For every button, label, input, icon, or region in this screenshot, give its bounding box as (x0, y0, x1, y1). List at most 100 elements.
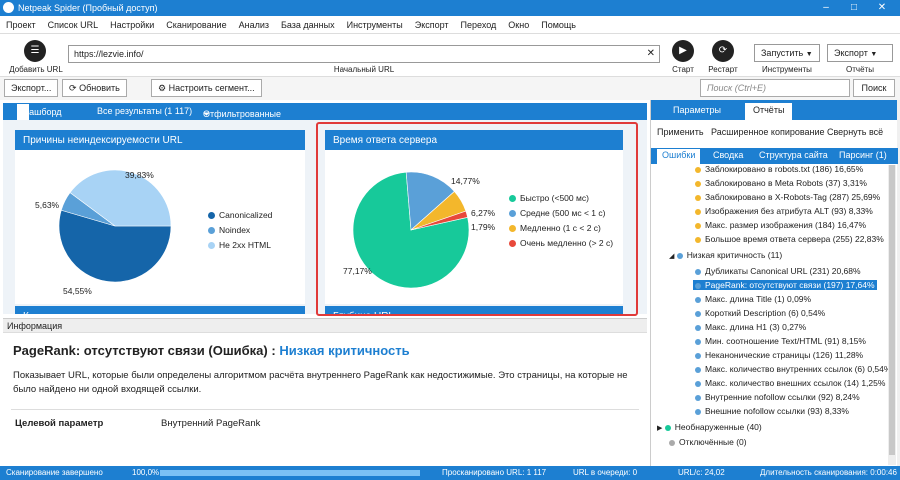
tree-item[interactable]: Заблокировано в X-Robots-Tag (287) 25,69… (695, 192, 880, 202)
status-progress: 100,0% (132, 468, 160, 477)
tab-site-structure[interactable]: Структура сайта (759, 150, 828, 160)
menu-project[interactable]: Проект (0, 16, 42, 30)
start-button[interactable]: ▶ (672, 40, 694, 62)
severity-dot-icon (695, 223, 701, 229)
report-subtabs: Ошибки Сводка Структура сайта Парсинг (1… (651, 148, 898, 164)
tree-item[interactable]: Макс. количество внутренних ссылок (6) 0… (695, 364, 889, 374)
tab-dashboard-label: Дашборд (23, 107, 62, 117)
tree-item[interactable]: Макс. длина H1 (3) 0,27% (695, 322, 806, 332)
tree-group-notfound[interactable]: ▶ Необнаруженные (40) (657, 422, 762, 432)
pie1-label-not2xx: 39,83% (125, 170, 154, 180)
severity-dot-icon (695, 367, 701, 373)
tree-item[interactable]: Макс. размер изображения (184) 16,47% (695, 220, 866, 230)
tree-item[interactable]: Макс. длина Title (1) 0,09% (695, 294, 811, 304)
start-url-input[interactable]: https://lezvie.info/ ✕ (68, 45, 660, 63)
legend-swatch (208, 242, 215, 249)
status-bar: Сканирование завершено 100,0% Просканиро… (0, 466, 900, 480)
tree-item-label: Заблокировано в robots.txt (186) 16,65% (705, 164, 864, 174)
status-scanned: Просканировано URL: 1 117 (442, 468, 547, 477)
start-url-value: https://lezvie.info/ (74, 49, 144, 59)
tree-group-low[interactable]: ◢ Низкая критичность (11) (669, 250, 782, 260)
tree-group-disabled[interactable]: Отключённые (0) (669, 437, 747, 447)
search-input[interactable]: Поиск (Ctrl+E) (700, 79, 850, 97)
search-button[interactable]: Поиск (853, 79, 895, 97)
info-severity: Низкая критичность (279, 343, 410, 358)
severity-dot-icon (695, 209, 701, 215)
tree-item[interactable]: Заблокировано в robots.txt (186) 16,65% (695, 164, 863, 174)
results-tabs: ⌂ Дашборд Все результаты (1 117) ⏷ Отфил… (3, 103, 647, 129)
minimize-button[interactable]: – (812, 1, 840, 15)
add-url-label: Добавить URL (9, 65, 63, 74)
segment-button[interactable]: ⚙ Настроить сегмент... (151, 79, 262, 97)
maximize-button[interactable]: □ (840, 1, 868, 15)
tab-reports[interactable]: Отчёты (745, 103, 793, 120)
progress-fill (160, 470, 420, 476)
apply-button[interactable]: Применить (657, 127, 704, 137)
pie-chart-nonindexable: 39,83% 5,63% 54,55% (35, 169, 172, 296)
tab-dashboard[interactable]: ⌂ Дашборд (17, 104, 62, 120)
menu-url-list[interactable]: Список URL (42, 16, 104, 30)
tree-item-label: Макс. количество внешних ссылок (14) 1,2… (705, 378, 886, 388)
tree-item[interactable]: Внешние nofollow ссылки (93) 8,33% (695, 406, 849, 416)
tree-item-selected[interactable]: PageRank: отсутствуют связи (197) 17,64% (693, 280, 877, 290)
tab-summary[interactable]: Сводка (713, 150, 743, 160)
export-dropdown[interactable]: Экспорт ▼ (827, 44, 893, 62)
tree-item[interactable]: Изображения без атрибута ALT (93) 8,33% (695, 206, 873, 216)
severity-dot-icon (695, 195, 701, 201)
tab-errors[interactable]: Ошибки (657, 149, 701, 164)
start-label: Старт (672, 65, 694, 74)
menu-navigate[interactable]: Переход (455, 16, 503, 30)
menu-database[interactable]: База данных (275, 16, 341, 30)
severity-dot-icon (695, 339, 701, 345)
divider (11, 409, 639, 410)
menu-export[interactable]: Экспорт (409, 16, 455, 30)
reports-label: Отчёты (846, 65, 874, 74)
run-dropdown[interactable]: Запустить ▼ (754, 44, 820, 62)
menu-analysis[interactable]: Анализ (233, 16, 275, 30)
menu-tools[interactable]: Инструменты (341, 16, 409, 30)
tree-item-label: PageRank: отсутствуют связи (197) 17,64% (705, 280, 875, 290)
menu-crawling[interactable]: Сканирование (160, 16, 232, 30)
clear-url-icon[interactable]: ✕ (647, 48, 655, 59)
tools-label: Инструменты (762, 65, 812, 74)
tab-parameters[interactable]: Параметры (673, 105, 721, 115)
advanced-copy-button[interactable]: Расширенное копирование (711, 127, 825, 137)
collapse-all-button[interactable]: Свернуть всё (827, 127, 883, 137)
refresh-button[interactable]: ⟳ Обновить (62, 79, 127, 97)
start-url-label: Начальный URL (333, 65, 395, 74)
expand-arrow-icon: ◢ (669, 253, 675, 260)
tree-scrollbar[interactable] (888, 165, 896, 465)
tab-parsing[interactable]: Парсинг (1) (839, 150, 887, 160)
refresh-icon: ⟳ (69, 83, 77, 93)
menu-window[interactable]: Окно (502, 16, 535, 30)
add-url-button[interactable]: ☰ (24, 40, 46, 62)
severity-dot-icon (695, 381, 701, 387)
status-duration: Длительность сканирования: 0:00:46 (760, 468, 897, 477)
scrollbar-thumb[interactable] (889, 165, 895, 455)
play-icon: ▶ (679, 45, 687, 56)
window-title: Netpeak Spider (Пробный доступ) (18, 3, 158, 13)
close-window-button[interactable]: ✕ (868, 1, 896, 15)
tree-item-label: Дубликаты Canonical URL (231) 20,68% (705, 266, 861, 276)
tree-item[interactable]: Большое время ответа сервера (255) 22,83… (695, 234, 884, 244)
tree-item[interactable]: Дубликаты Canonical URL (231) 20,68% (695, 266, 861, 276)
menu-help[interactable]: Помощь (535, 16, 582, 30)
status-dot-icon (664, 425, 671, 431)
export-button[interactable]: Экспорт... (4, 79, 59, 97)
tree-item[interactable]: Неканонические страницы (126) 11,28% (695, 350, 863, 360)
status-state: Сканирование завершено (6, 468, 103, 477)
menu-settings[interactable]: Настройки (104, 16, 160, 30)
tab-all-results[interactable]: Все результаты (1 117) (97, 106, 192, 116)
tree-item[interactable]: Заблокировано в Meta Robots (37) 3,31% (695, 178, 867, 188)
tree-item[interactable]: Короткий Description (6) 0,54% (695, 308, 825, 318)
tree-item[interactable]: Внутренние nofollow ссылки (92) 8,24% (695, 392, 860, 402)
status-dot-icon (669, 440, 675, 446)
legend-label: Не 2xx HTML (219, 240, 271, 250)
expand-arrow-icon: ▶ (657, 425, 663, 432)
tree-item-label: Большое время ответа сервера (255) 22,83… (705, 234, 884, 244)
tree-item[interactable]: Макс. количество внешних ссылок (14) 1,2… (695, 378, 885, 388)
tree-item-label: Изображения без атрибута ALT (93) 8,33% (705, 206, 873, 216)
tree-item[interactable]: Мин. соотношение Text/HTML (91) 8,15% (695, 336, 866, 346)
legend-item: Canonicalized (208, 210, 272, 220)
restart-button[interactable]: ⟳ (712, 40, 734, 62)
